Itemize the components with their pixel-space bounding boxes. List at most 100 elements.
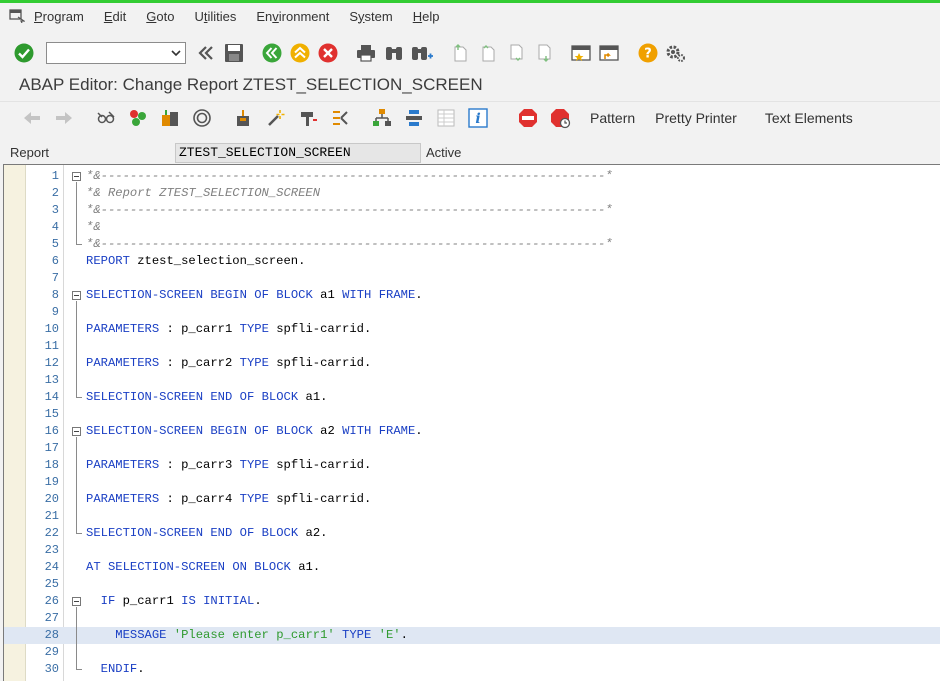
line-number: 3 (51, 203, 59, 217)
check-syntax-icon[interactable] (158, 106, 182, 130)
find-next-icon[interactable] (410, 41, 434, 65)
code-line[interactable]: 6 REPORT ztest_selection_screen. (4, 253, 940, 270)
pretty-printer-button[interactable]: Pretty Printer (655, 110, 737, 126)
pattern-button[interactable]: Pattern (590, 110, 635, 126)
where-used-list-icon[interactable] (232, 106, 256, 130)
line-number: 4 (51, 220, 59, 234)
display-object-list-icon[interactable] (434, 106, 458, 130)
menu-environment[interactable]: Environment (256, 9, 329, 24)
debugging-icon[interactable] (296, 106, 320, 130)
code-line[interactable]: 8 SELECTION-SCREEN BEGIN OF BLOCK a1 WITH… (4, 287, 940, 304)
code-line[interactable]: 24 AT SELECTION-SCREEN ON BLOCK a1. (4, 559, 940, 576)
next-page-icon[interactable] (504, 41, 528, 65)
code-line[interactable]: 21 (4, 508, 940, 525)
line-number: 16 (44, 424, 59, 438)
report-label: Report (10, 145, 50, 160)
help-icon[interactable]: ? (636, 41, 660, 65)
arrow-right-icon[interactable] (52, 106, 76, 130)
code-line[interactable]: 9 (4, 304, 940, 321)
code-line[interactable]: 28 MESSAGE 'Please enter p_carr1' TYPE '… (4, 627, 940, 644)
code-line[interactable]: 19 (4, 474, 940, 491)
collapse-icon[interactable] (194, 41, 218, 65)
set-breakpoint-icon[interactable] (328, 106, 352, 130)
block-bracket-end (76, 533, 82, 534)
find-icon[interactable] (382, 41, 406, 65)
activate-icon[interactable] (190, 106, 214, 130)
back-icon[interactable] (260, 41, 284, 65)
line-number: 29 (44, 645, 59, 659)
code-editor[interactable]: 1 *&-------------------------------------… (3, 164, 940, 681)
collapse-block-icon[interactable] (72, 597, 81, 606)
code-text: PARAMETERS : p_carr3 TYPE spfli-carrid. (86, 458, 372, 472)
code-text: SELECTION-SCREEN END OF BLOCK a2. (86, 526, 328, 540)
system-menu-icon[interactable] (9, 9, 25, 23)
code-line[interactable]: 22 SELECTION-SCREEN END OF BLOCK a2. (4, 525, 940, 542)
display-change-glasses-icon[interactable] (94, 106, 118, 130)
block-bracket-end (76, 669, 82, 670)
first-page-icon[interactable] (448, 41, 472, 65)
collapse-block-icon[interactable] (72, 427, 81, 436)
code-line[interactable]: 5 *&-------------------------------------… (4, 236, 940, 253)
menu-help[interactable]: Help (413, 9, 440, 24)
previous-page-icon[interactable] (476, 41, 500, 65)
line-number: 25 (44, 577, 59, 591)
shortcut-icon[interactable] (598, 41, 622, 65)
code-line[interactable]: 15 (4, 406, 940, 423)
code-line[interactable]: 18 PARAMETERS : p_carr3 TYPE spfli-carrid… (4, 457, 940, 474)
menu-goto[interactable]: Goto (146, 9, 174, 24)
print-icon[interactable] (354, 41, 378, 65)
command-field[interactable] (46, 42, 186, 64)
session-breakpoint-icon[interactable] (548, 106, 572, 130)
svg-text:i: i (475, 111, 480, 127)
code-line[interactable]: 23 (4, 542, 940, 559)
code-text: *&--------------------------------------… (86, 237, 613, 251)
enter-check-icon[interactable] (12, 41, 36, 65)
info-icon[interactable]: i (466, 106, 490, 130)
last-page-icon[interactable] (532, 41, 556, 65)
code-line[interactable]: 3 *&-------------------------------------… (4, 202, 940, 219)
code-text: AT SELECTION-SCREEN ON BLOCK a1. (86, 560, 321, 574)
code-line[interactable]: 10 PARAMETERS : p_carr1 TYPE spfli-carrid… (4, 321, 940, 338)
menu-utilities[interactable]: Utilities (194, 9, 236, 24)
code-line[interactable]: 16 SELECTION-SCREEN BEGIN OF BLOCK a2 WIT… (4, 423, 940, 440)
block-bracket-line (76, 182, 77, 244)
customize-layout-icon[interactable] (664, 41, 688, 65)
code-line[interactable]: 14 SELECTION-SCREEN END OF BLOCK a1. (4, 389, 940, 406)
code-line[interactable]: 12 PARAMETERS : p_carr2 TYPE spfli-carrid… (4, 355, 940, 372)
code-text: SELECTION-SCREEN BEGIN OF BLOCK a2 WITH … (86, 424, 423, 438)
menu-program[interactable]: Program (34, 9, 84, 24)
text-elements-button[interactable]: Text Elements (765, 110, 853, 126)
arrow-left-icon[interactable] (20, 106, 44, 130)
chevron-down-icon[interactable] (169, 45, 183, 61)
new-session-icon[interactable] (570, 41, 594, 65)
save-icon[interactable] (222, 41, 246, 65)
code-line[interactable]: 26 IF p_carr1 IS INITIAL. (4, 593, 940, 610)
code-line[interactable]: 11 (4, 338, 940, 355)
block-bracket-end (76, 244, 82, 245)
line-number: 22 (44, 526, 59, 540)
menu-edit[interactable]: Edit (104, 9, 126, 24)
code-line[interactable]: 7 (4, 270, 940, 287)
stop-breakpoint-icon[interactable] (516, 106, 540, 130)
menu-system[interactable]: System (349, 9, 392, 24)
code-line[interactable]: 29 (4, 644, 940, 661)
collapse-block-icon[interactable] (72, 291, 81, 300)
code-line[interactable]: 13 (4, 372, 940, 389)
code-text: SELECTION-SCREEN BEGIN OF BLOCK a1 WITH … (86, 288, 423, 302)
test-run-wand-icon[interactable] (264, 106, 288, 130)
code-line[interactable]: 17 (4, 440, 940, 457)
collapse-block-icon[interactable] (72, 172, 81, 181)
code-line[interactable]: 20 PARAMETERS : p_carr4 TYPE spfli-carrid… (4, 491, 940, 508)
code-line[interactable]: 2 *& Report ZTEST_SELECTION_SCREEN (4, 185, 940, 202)
code-line[interactable]: 30 ENDIF. (4, 661, 940, 678)
active-inactive-icon[interactable] (126, 106, 150, 130)
navigation-window-icon[interactable] (402, 106, 426, 130)
object-list-icon[interactable] (370, 106, 394, 130)
line-number: 11 (44, 339, 59, 353)
code-line[interactable]: 25 (4, 576, 940, 593)
cancel-icon[interactable] (316, 41, 340, 65)
code-line[interactable]: 1 *&-------------------------------------… (4, 168, 940, 185)
code-line[interactable]: 27 (4, 610, 940, 627)
exit-icon[interactable] (288, 41, 312, 65)
code-line[interactable]: 4 *& (4, 219, 940, 236)
